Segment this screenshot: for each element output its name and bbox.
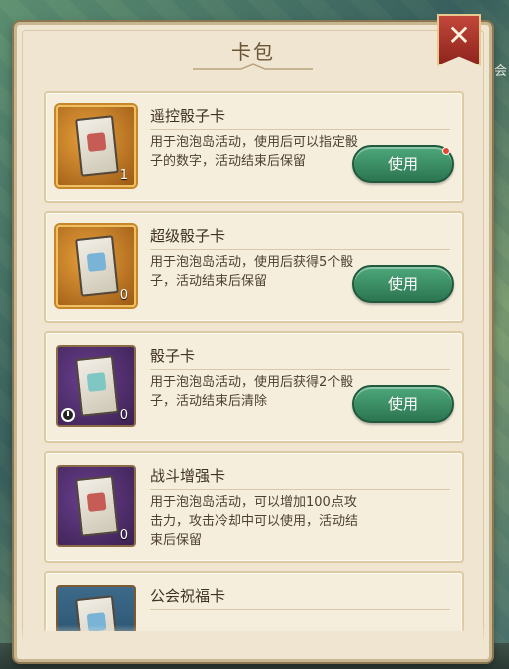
card-count: 0 [119,528,128,543]
dice-card-art-icon [75,235,119,297]
card-item-remote-dice: 1 遥控骰子卡 用于泡泡岛活动，使用后可以指定骰子的数字，活动结束后保留 使用 [44,91,464,203]
card-name: 战斗增强卡 [150,467,226,485]
panel-bottom-fade [17,625,489,659]
card-name: 公会祝福卡 [150,587,226,605]
title-ornament [193,63,313,70]
card-name: 超级骰子卡 [150,227,226,245]
divider [150,489,450,490]
dice-card-art-icon [75,355,119,417]
card-count: 0 [119,288,128,303]
divider [150,249,450,250]
clock-icon [61,408,75,422]
card-thumbnail[interactable]: 1 [56,105,136,187]
divider [150,609,450,610]
card-thumbnail[interactable]: 0 [56,225,136,307]
card-item-guild-blessing: 公会祝福卡 [44,571,464,631]
card-count: 1 [119,168,128,183]
card-item-super-dice: 0 超级骰子卡 用于泡泡岛活动，使用后获得5个骰子，活动结束后保留 使用 [44,211,464,323]
use-button[interactable]: 使用 [352,265,454,303]
divider [150,369,450,370]
card-pack-panel: 卡包 1 遥控骰子卡 用于泡泡岛活动，使用后可以指定骰子的数字，活动结束后保留 … [14,22,492,662]
card-description: 用于泡泡岛活动，使用后可以指定骰子的数字，活动结束后保留 [150,135,359,169]
card-thumbnail[interactable]: 0 [56,345,136,427]
divider [150,129,450,130]
use-button[interactable]: 使用 [352,385,454,423]
card-description: 用于泡泡岛活动，使用后获得2个骰子，活动结束后清除 [150,375,354,409]
card-description: 用于泡泡岛活动，可以增加100点攻击力，攻击冷却中可以使用，活动结束后保留 [150,495,359,548]
card-item-dice: 0 骰子卡 用于泡泡岛活动，使用后获得2个骰子，活动结束后清除 使用 [44,331,464,443]
card-count: 0 [119,408,128,423]
card-name: 遥控骰子卡 [150,107,226,125]
card-name: 骰子卡 [150,347,196,365]
card-thumbnail[interactable]: 0 [56,465,136,547]
close-x-icon: ✕ [447,19,471,52]
card-item-battle-boost: 0 战斗增强卡 用于泡泡岛活动，可以增加100点攻击力，攻击冷却中可以使用，活动… [44,451,464,563]
dice-card-art-icon [75,115,119,177]
title-bar: 卡包 [17,25,489,83]
swords-card-art-icon [75,475,119,537]
background-side-text: 会 [493,64,507,79]
card-description: 用于泡泡岛活动，使用后获得5个骰子，活动结束后保留 [150,255,354,289]
card-list[interactable]: 1 遥控骰子卡 用于泡泡岛活动，使用后可以指定骰子的数字，活动结束后保留 使用 … [44,91,482,631]
use-button[interactable]: 使用 [352,145,454,183]
notification-dot [442,147,450,155]
panel-title: 卡包 [231,40,275,64]
